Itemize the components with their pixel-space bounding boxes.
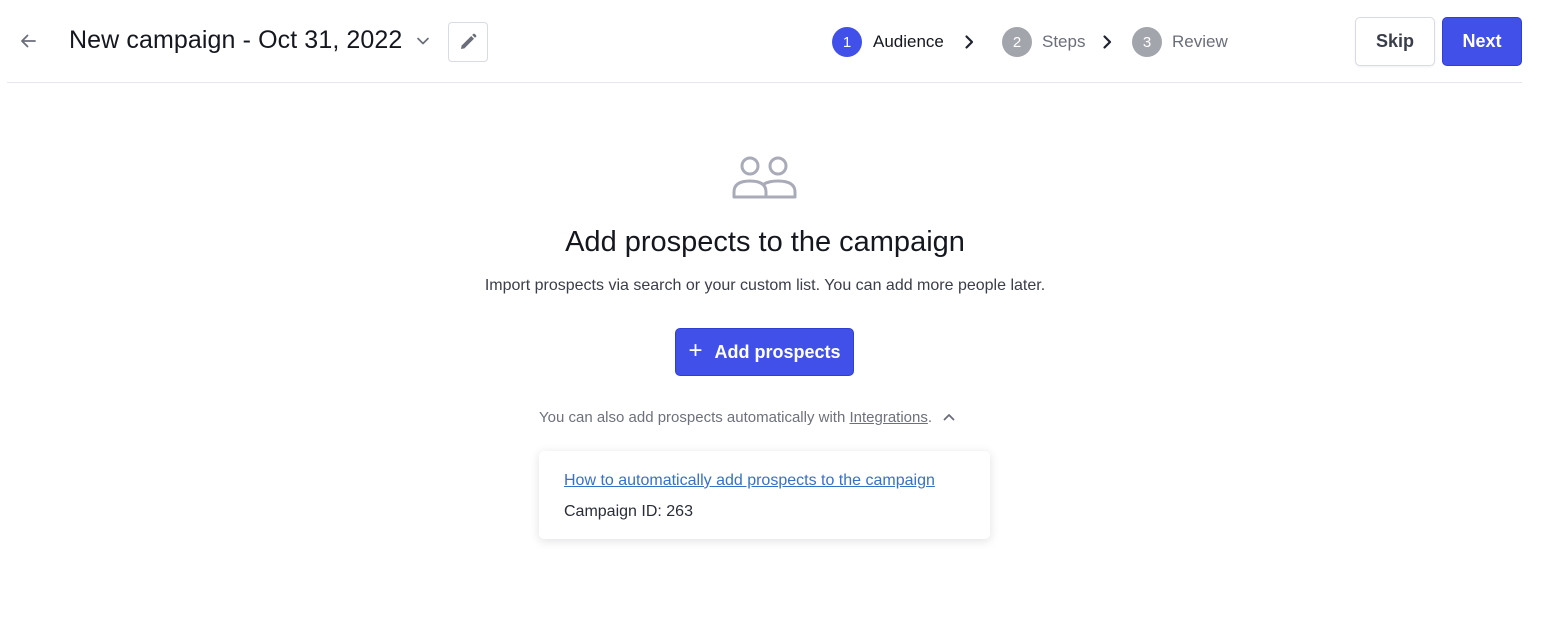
campaign-id: Campaign ID: 263 bbox=[564, 503, 693, 520]
top-bar: New campaign - Oct 31, 2022 1 Audience 2… bbox=[7, 0, 1522, 83]
step-3-number[interactable]: 3 bbox=[1132, 27, 1162, 57]
integrations-suffix: . bbox=[927, 408, 933, 426]
pencil-icon bbox=[461, 33, 477, 49]
people-icon bbox=[732, 156, 797, 199]
title-dropdown-button[interactable] bbox=[413, 31, 433, 51]
integrations-link[interactable]: Integrations bbox=[849, 409, 927, 426]
step-2-label[interactable]: Steps bbox=[1042, 32, 1085, 52]
empty-state-subtext: Import prospects via search or your cust… bbox=[484, 277, 1046, 294]
integrations-info-card: How to automatically add prospects to th… bbox=[539, 451, 990, 539]
plus-icon: + bbox=[688, 337, 703, 364]
chevron-right-icon bbox=[965, 35, 974, 49]
empty-state-heading: Add prospects to the campaign bbox=[565, 226, 965, 258]
chevron-up-icon[interactable] bbox=[942, 410, 956, 424]
help-article-link[interactable]: How to automatically add prospects to th… bbox=[564, 472, 935, 490]
add-prospects-label: Add prospects bbox=[714, 341, 841, 362]
skip-button[interactable]: Skip bbox=[1355, 17, 1435, 66]
integrations-hint: You can also add prospects automatically… bbox=[539, 407, 956, 427]
chevron-right-icon bbox=[1103, 35, 1112, 49]
step-3-label[interactable]: Review bbox=[1172, 32, 1228, 52]
step-1-number[interactable]: 1 bbox=[832, 27, 862, 57]
integrations-prefix: You can also add prospects automatically… bbox=[539, 408, 850, 426]
next-button[interactable]: Next bbox=[1442, 17, 1522, 66]
step-1-label[interactable]: Audience bbox=[873, 32, 944, 52]
arrow-left-icon bbox=[21, 34, 36, 48]
back-button[interactable] bbox=[15, 28, 41, 54]
chevron-down-icon bbox=[417, 37, 429, 45]
edit-title-button[interactable] bbox=[448, 22, 488, 62]
step-2-number[interactable]: 2 bbox=[1002, 27, 1032, 57]
campaign-title: New campaign - Oct 31, 2022 bbox=[69, 26, 403, 54]
add-prospects-button[interactable]: + Add prospects bbox=[675, 328, 854, 376]
